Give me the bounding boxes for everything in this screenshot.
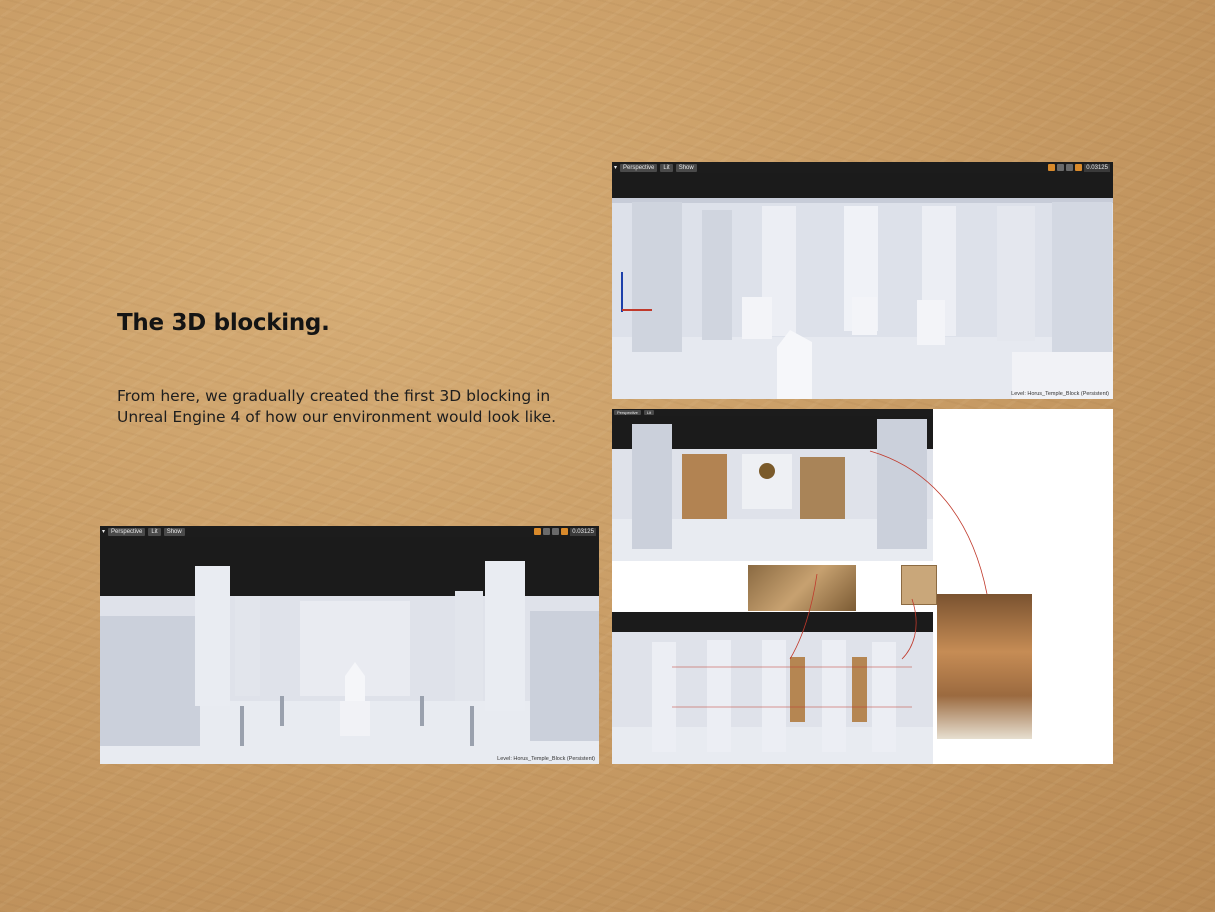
slide-body-text: From here, we gradually created the firs… bbox=[117, 387, 557, 426]
perspective-button[interactable]: Perspective bbox=[108, 527, 146, 536]
viewport-menu-icon[interactable]: ▾ bbox=[102, 528, 105, 535]
show-button[interactable]: Show bbox=[675, 163, 697, 172]
show-button[interactable]: Show bbox=[163, 527, 185, 536]
blocking-scene-entrance bbox=[100, 537, 599, 764]
snap-icon[interactable] bbox=[561, 527, 569, 535]
perspective-button[interactable]: Perspective bbox=[620, 163, 658, 172]
camera-speed-value[interactable]: 0.03125 bbox=[570, 527, 596, 536]
translate-icon[interactable] bbox=[534, 527, 542, 535]
slide-heading: The 3D blocking. bbox=[117, 310, 330, 336]
blocking-scene-hall bbox=[612, 173, 1113, 399]
translate-icon[interactable] bbox=[1048, 163, 1056, 171]
snap-icon[interactable] bbox=[1075, 163, 1083, 171]
viewport-toolbar: ▾ Perspective Lit Show 0.03125 bbox=[612, 162, 1113, 173]
viewport-screenshot-bottom-left: ▾ Perspective Lit Show 0.03125 Level: Ho… bbox=[100, 526, 599, 764]
lit-button[interactable]: Lit bbox=[660, 163, 673, 172]
scale-icon[interactable] bbox=[1066, 163, 1074, 171]
annotation-arrows bbox=[789, 450, 988, 660]
viewport-menu-icon[interactable]: ▾ bbox=[614, 164, 617, 171]
viewport-screenshot-top: ▾ Perspective Lit Show 0.03125 Level: Ho… bbox=[612, 162, 1113, 399]
viewport-toolbar: ▾ Perspective Lit Show 0.03125 bbox=[100, 526, 599, 537]
level-label: Level: Horus_Temple_Block (Persistent) bbox=[1011, 391, 1109, 397]
lit-button[interactable]: Lit bbox=[148, 527, 161, 536]
rotate-icon[interactable] bbox=[543, 527, 551, 535]
rotate-icon[interactable] bbox=[1057, 163, 1065, 171]
annotated-reference-board: Perspective Lit bbox=[612, 409, 1113, 764]
camera-speed-value[interactable]: 0.03125 bbox=[1084, 163, 1110, 172]
level-label: Level: Horus_Temple_Block (Persistent) bbox=[497, 756, 595, 762]
scale-icon[interactable] bbox=[552, 527, 560, 535]
